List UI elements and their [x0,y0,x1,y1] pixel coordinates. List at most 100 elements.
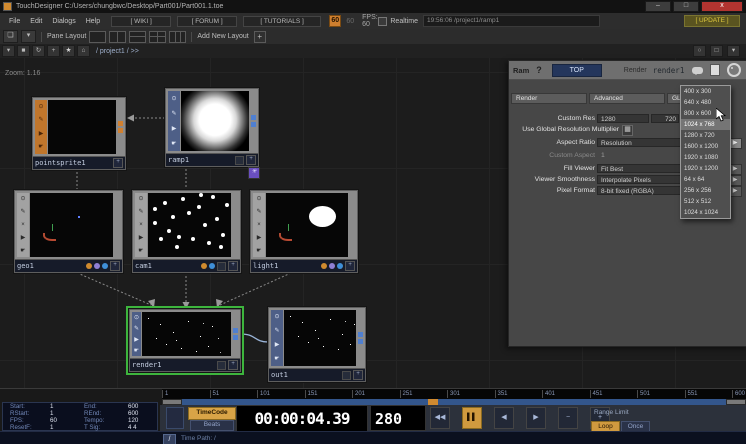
node-viewer[interactable] [266,193,348,257]
home-icon[interactable]: ⌂ [77,45,90,57]
arrow-flag-icon[interactable]: ▶ [139,235,144,241]
hand-flag-icon[interactable]: ☛ [38,144,43,150]
jump-start-button[interactable]: ◀◀ [430,407,450,429]
layout-preset-2[interactable] [109,31,126,43]
stop-icon[interactable]: ■ [17,45,30,57]
update-button[interactable]: [ UPDATE ] [684,15,740,27]
palette-dot-orange[interactable] [86,263,92,269]
maximize-button[interactable]: □ [673,1,699,12]
target-icon[interactable] [727,63,741,77]
pane-circle-icon[interactable]: ○ [693,45,706,57]
network-editor[interactable]: Zoom: 1.16 Ram ? TOP [0,58,746,388]
layout-preset-4[interactable] [149,31,166,43]
timeline-setting-value[interactable]: 1 [50,403,84,410]
timeline-setting-value[interactable]: 1 [50,410,84,417]
hand-flag-icon[interactable]: ☛ [134,348,139,354]
hand-flag-icon[interactable]: ☛ [256,248,261,254]
timeline-setting-value[interactable]: 120 [128,417,166,424]
frame-counter[interactable]: 280 [370,405,426,431]
menu-item-dialogs[interactable]: Dialogs [47,16,80,27]
hand-flag-icon[interactable]: ☛ [274,356,279,362]
viewer-flag-icon[interactable]: ⊙ [38,104,43,110]
viewer-flag-icon[interactable]: ⊙ [256,196,261,202]
delete-flag-icon[interactable]: × [257,222,261,228]
node-viewer[interactable] [30,193,113,257]
flag-box[interactable] [217,361,226,370]
root-path-button[interactable]: / [163,434,176,444]
menu-link-2[interactable]: [ TUTORIALS ] [243,16,321,27]
network-path-breadcrumb[interactable]: / project1 / >> [96,48,139,55]
node-viewer[interactable] [181,91,249,151]
arrow-flag-icon[interactable]: ▶ [134,337,139,343]
resolution-option[interactable]: 64 x 64 [681,174,730,185]
ramp-badge-icon[interactable]: ✳ [248,167,260,179]
node-out1[interactable]: ⊙✎▶☛out1+ [268,307,366,382]
help-icon[interactable]: ? [536,65,542,75]
bookmark-star-icon[interactable]: ★ [62,45,75,57]
realtime-checkbox[interactable] [378,17,387,26]
layout-preset-1[interactable] [89,31,106,43]
menu-link-0[interactable]: [ WIKI ] [111,16,171,27]
node-render1[interactable]: ⊙✎▶☛render1+ [129,309,241,372]
resolution-option[interactable]: 1920 x 1200 [681,163,730,174]
close-button[interactable]: x [701,1,743,12]
node-viewer[interactable] [148,193,231,257]
palette-dot-blue[interactable] [102,263,108,269]
pane-window-icon[interactable]: ❏ [3,30,18,43]
delete-flag-icon[interactable]: × [139,222,143,228]
timeline-setting-value[interactable]: 600 [128,410,166,417]
resolution-dropdown[interactable]: 400 x 300640 x 480800 x 6001024 x 768128… [680,85,731,219]
pencil-flag-icon[interactable]: ✎ [134,326,139,332]
frame-decrement-button[interactable]: − [558,407,578,429]
pane-save-icon[interactable]: ▾ [21,30,36,43]
viewer-flag-icon[interactable]: ⊙ [274,314,279,320]
hand-flag-icon[interactable]: ☛ [171,141,176,147]
layout-preset-3[interactable] [129,31,146,43]
timecode-mode-button[interactable]: TimeCode [188,407,236,420]
resolution-option[interactable]: 400 x 300 [681,86,730,97]
connector[interactable] [358,339,363,344]
node-viewer[interactable] [284,310,356,366]
connector[interactable] [251,122,256,127]
beats-mode-button[interactable]: Beats [190,420,234,431]
connector[interactable] [251,115,256,120]
add-icon[interactable]: + [47,45,60,57]
connector[interactable] [233,335,238,340]
step-forward-button[interactable]: ▶ [526,407,546,429]
palette-dot-purple[interactable] [94,263,100,269]
palette-dot-blue[interactable] [209,263,215,269]
timeline-setting-value[interactable]: 1 [50,424,84,431]
tab-render[interactable]: Render [511,93,587,104]
connector[interactable] [118,128,123,133]
resolution-option[interactable]: 1024 x 1024 [681,207,730,218]
arrow-flag-icon[interactable]: ▶ [172,126,177,132]
node-plus-button[interactable]: + [113,158,123,168]
node-viewer[interactable] [142,312,231,356]
hand-flag-icon[interactable]: ☛ [138,248,143,254]
language-page-icon[interactable] [710,64,720,76]
step-back-button[interactable]: ◀ [494,407,514,429]
performance-indicator[interactable]: 60 [329,15,341,27]
viewer-flag-icon[interactable]: ⊙ [134,315,139,321]
pane-split-icon[interactable]: □ [710,45,723,57]
param-value-field[interactable]: 720 [651,114,679,123]
palette-dot-orange[interactable] [201,263,207,269]
resolution-option[interactable]: 1280 x 720 [681,130,730,141]
pencil-flag-icon[interactable]: ✎ [274,328,279,334]
node-plus-button[interactable]: + [353,370,363,380]
pencil-flag-icon[interactable]: ✎ [138,209,143,215]
timeline-setting-value[interactable]: 600 [128,403,166,410]
timeline-handle[interactable] [166,407,184,429]
menu-item-file[interactable]: File [4,16,25,27]
pane-collapse-icon[interactable]: ▾ [727,45,740,57]
resolution-option[interactable]: 512 x 512 [681,196,730,207]
hand-flag-icon[interactable]: ☛ [20,248,25,254]
node-light1[interactable]: ⊙✎×▶☛light1+ [250,190,358,273]
minimize-button[interactable]: – [645,1,671,12]
viewer-flag-icon[interactable]: ⊙ [171,96,176,102]
pencil-flag-icon[interactable]: ✎ [20,209,25,215]
operator-family-badge[interactable]: TOP [552,64,602,77]
node-plus-button[interactable]: + [110,261,120,271]
refresh-icon[interactable]: ↻ [32,45,45,57]
node-plus-button[interactable]: + [228,360,238,370]
